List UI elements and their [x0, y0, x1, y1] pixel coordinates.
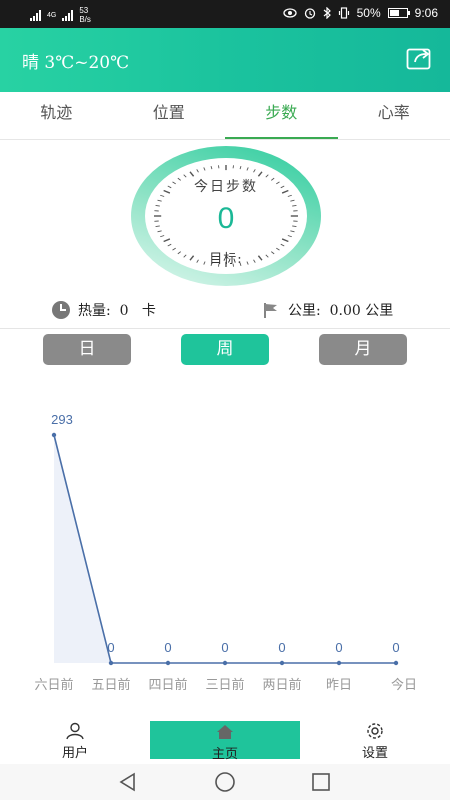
data-point — [165, 660, 171, 666]
status-right: 50% 9:06 — [282, 6, 438, 20]
tab-heart-rate[interactable]: 心率 — [338, 92, 450, 139]
status-bar: 4G 53 B/s 50% 9:06 — [0, 0, 450, 28]
period-month-button[interactable]: 月 — [319, 334, 407, 365]
bluetooth-icon — [323, 7, 331, 19]
tab-location[interactable]: 位置 — [113, 92, 226, 139]
distance-stat: 公里: 0.00 公里 — [262, 300, 393, 320]
system-navigation — [0, 764, 450, 800]
gear-icon — [367, 723, 383, 739]
data-point — [222, 660, 228, 666]
user-icon — [66, 722, 84, 740]
dial-tick — [239, 165, 242, 170]
x-tick-label: 三日前 — [205, 677, 244, 693]
period-week-button[interactable]: 周 — [181, 334, 269, 365]
dial-tick — [281, 238, 289, 243]
nav-user-label: 用户 — [61, 745, 88, 760]
nav-home[interactable]: 主页 — [150, 721, 300, 761]
net-speed: 53 B/s — [79, 6, 91, 24]
data-label: 0 — [164, 640, 171, 655]
steps-chart: 293 六日前 0 五日前 0 四日前 0 三日前 0 两日前 0 昨日 0 今日 — [34, 412, 417, 693]
data-label: 0 — [107, 640, 114, 655]
step-dial: 今日步数 0 目标: — [131, 146, 321, 286]
signal-strength-icon — [30, 9, 41, 21]
nav-home-label: 主页 — [211, 746, 238, 761]
signal-strength-icon-2 — [62, 9, 74, 21]
alarm-icon — [304, 8, 315, 19]
calories-stat: 热量: 0 卡 — [52, 300, 156, 320]
clock-time: 9:06 — [414, 6, 438, 20]
distance-text: 公里: 0.00 公里 — [288, 303, 394, 319]
steps-value: 0 — [217, 202, 235, 235]
series-line — [53, 434, 396, 664]
flag-icon — [264, 303, 277, 318]
app-header: 晴 3℃~20℃ — [0, 28, 450, 92]
divider — [0, 328, 450, 329]
x-tick-label: 六日前 — [34, 677, 73, 693]
data-point — [393, 660, 399, 666]
data-label: 0 — [278, 640, 285, 655]
vibrate-icon — [338, 7, 349, 19]
nav-settings-label: 设置 — [361, 745, 388, 760]
dial-tick — [196, 169, 199, 173]
series-area — [54, 435, 396, 663]
dial-tick — [280, 243, 285, 247]
data-label: 0 — [221, 640, 228, 655]
back-icon[interactable] — [116, 770, 140, 794]
share-icon[interactable] — [406, 46, 432, 70]
data-label: 0 — [392, 640, 399, 655]
x-tick-label: 四日前 — [148, 677, 187, 693]
x-tick-label: 两日前 — [262, 677, 301, 693]
network-type: 4G — [47, 11, 57, 19]
dial-tick — [253, 169, 256, 173]
dial-tick — [163, 238, 171, 243]
bottom-navigation: 用户 主页 设置 — [0, 716, 450, 764]
data-point — [108, 660, 114, 666]
x-tick-label: 今日 — [391, 677, 417, 693]
data-label: 293 — [51, 412, 73, 427]
period-day-button[interactable]: 日 — [43, 334, 131, 365]
data-label: 0 — [335, 640, 342, 655]
stats-row: 热量: 0 卡 公里: 0.00 公里 — [0, 296, 450, 324]
tab-track[interactable]: 轨迹 — [0, 92, 113, 139]
status-left: 4G 53 B/s — [30, 6, 91, 24]
goal-label: 目标: — [209, 252, 243, 267]
weather-text: 晴 3℃~20℃ — [22, 53, 130, 73]
x-tick-label: 五日前 — [91, 677, 130, 693]
home-circle-icon[interactable] — [213, 770, 237, 794]
data-point — [336, 660, 342, 666]
recents-icon[interactable] — [309, 770, 333, 794]
data-point — [51, 432, 57, 438]
today-steps-label: 今日步数 — [194, 179, 258, 195]
battery-percent: 50% — [356, 6, 381, 20]
function-tabs: 轨迹 位置 步数 心率 — [0, 92, 450, 140]
calories-text: 热量: 0 卡 — [78, 303, 156, 319]
dial-tick — [246, 167, 249, 171]
nav-user[interactable]: 用户 — [20, 716, 130, 764]
dial-tick — [167, 243, 172, 247]
dial-tick — [203, 167, 206, 171]
battery-icon — [387, 8, 410, 18]
home-icon — [217, 725, 233, 739]
clock-icon — [52, 301, 70, 319]
x-tick-label: 昨日 — [326, 678, 352, 693]
data-point — [279, 660, 285, 666]
tab-steps[interactable]: 步数 — [225, 92, 338, 139]
dial-tick — [210, 165, 213, 170]
nav-settings[interactable]: 设置 — [320, 716, 430, 764]
eye-icon — [282, 8, 297, 18]
